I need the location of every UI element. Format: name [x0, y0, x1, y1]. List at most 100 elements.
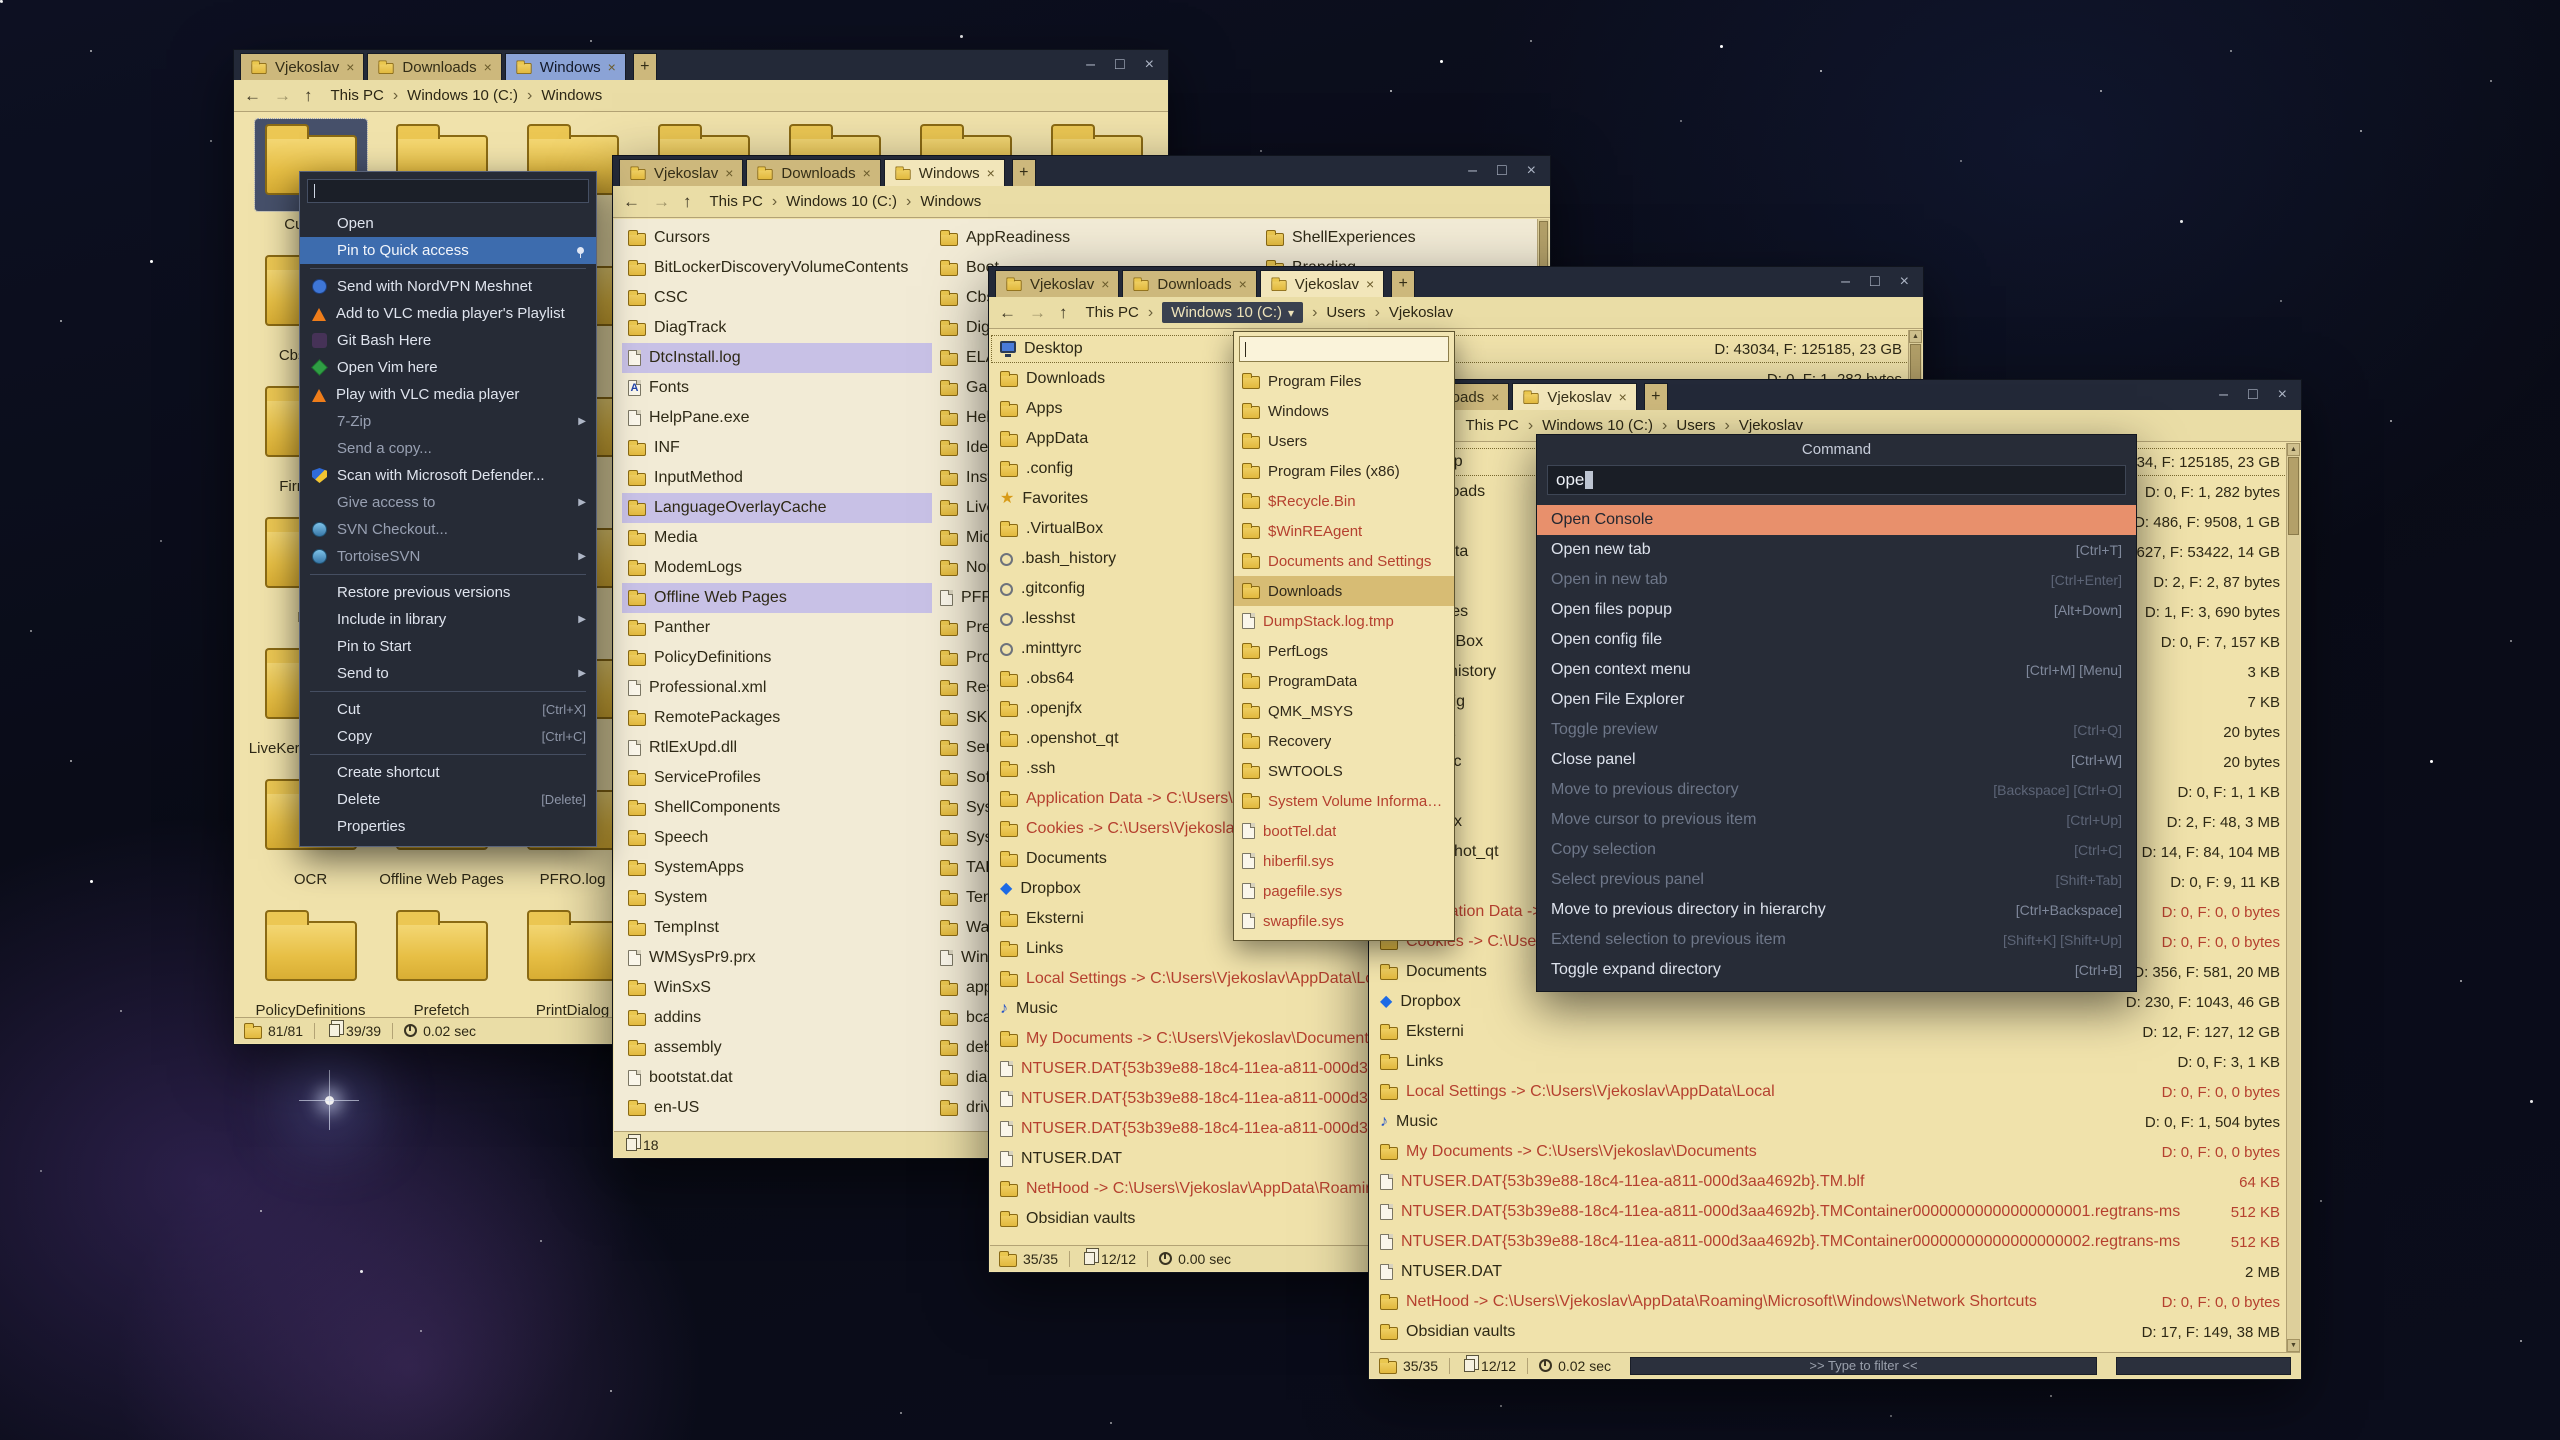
- menu-item-pin-to-start[interactable]: Pin to Start: [300, 633, 596, 660]
- file-row-inf[interactable]: INF: [622, 433, 932, 463]
- drive-item-system-volume-information[interactable]: System Volume Information: [1234, 786, 1454, 816]
- menu-item-send-with-nordvpn-meshnet[interactable]: Send with NordVPN Meshnet: [300, 273, 596, 300]
- palette-item-move-cursor-to-previous-item[interactable]: Move cursor to previous item[Ctrl+Up]: [1537, 805, 2136, 835]
- file-row-nethood-c-users-vjekoslav-appdata-roaming-microsoft-windows-network-shortcuts[interactable]: NetHood -> C:\Users\Vjekoslav\AppData\Ro…: [1370, 1287, 2300, 1317]
- file-row-bitlockerdiscoveryvolumecontents[interactable]: BitLockerDiscoveryVolumeContents: [622, 253, 932, 283]
- breadcrumb-this-pc[interactable]: This PC: [1086, 304, 1139, 321]
- type-to-filter-input[interactable]: >> Type to filter <<: [1630, 1357, 2097, 1375]
- breadcrumb-windows-10-c[interactable]: Windows 10 (C:)▾: [1162, 302, 1303, 323]
- drive-item-users[interactable]: Users: [1234, 426, 1454, 456]
- menu-item-delete[interactable]: Delete[Delete]: [300, 786, 596, 813]
- breadcrumb-this-pc[interactable]: This PC: [710, 193, 763, 210]
- menu-item-add-to-vlc-media-player-s-playlist[interactable]: Add to VLC media player's Playlist: [300, 300, 596, 327]
- menu-item-play-with-vlc-media-player[interactable]: Play with VLC media player: [300, 381, 596, 408]
- palette-item-open-console[interactable]: Open Console: [1537, 505, 2136, 535]
- file-row-rtlexupd-dll[interactable]: RtlExUpd.dll: [622, 733, 932, 763]
- drive-item-boottel-dat[interactable]: bootTel.dat: [1234, 816, 1454, 846]
- up-button[interactable]: ↑: [1059, 303, 1068, 323]
- drive-item-documents-and-settings[interactable]: Documents and Settings: [1234, 546, 1454, 576]
- forward-button[interactable]: →: [1029, 303, 1046, 323]
- breadcrumb-windows-10-c[interactable]: Windows 10 (C:): [1542, 417, 1653, 434]
- file-row-dtcinstall-log[interactable]: DtcInstall.log: [622, 343, 932, 373]
- menu-item-git-bash-here[interactable]: Git Bash Here: [300, 327, 596, 354]
- file-row-inputmethod[interactable]: InputMethod: [622, 463, 932, 493]
- palette-item-toggle-expand-directory[interactable]: Toggle expand directory[Ctrl+B]: [1537, 955, 2136, 985]
- breadcrumb-users[interactable]: Users: [1326, 304, 1365, 321]
- drive-item-program-files[interactable]: Program Files: [1234, 366, 1454, 396]
- tab-close-icon[interactable]: ×: [1239, 276, 1247, 292]
- tab-close-icon[interactable]: ×: [725, 165, 733, 181]
- breadcrumb-vjekoslav[interactable]: Vjekoslav: [1739, 417, 1803, 434]
- new-tab-button[interactable]: +: [1012, 159, 1036, 186]
- tab-downloads[interactable]: Downloads×: [746, 159, 880, 186]
- palette-item-open-context-menu[interactable]: Open context menu[Ctrl+M] [Menu]: [1537, 655, 2136, 685]
- scroll-up-button[interactable]: ▲: [2287, 443, 2300, 456]
- file-row-shellexperiences[interactable]: ShellExperiences: [1260, 223, 1549, 253]
- menu-item-7-zip[interactable]: 7-Zip▶: [300, 408, 596, 435]
- breadcrumb-windows[interactable]: Windows: [541, 87, 602, 104]
- close-button[interactable]: ×: [1527, 162, 1536, 180]
- menu-item-copy[interactable]: Copy[Ctrl+C]: [300, 723, 596, 750]
- close-button[interactable]: ×: [1900, 273, 1909, 291]
- drive-item-program-files-x86[interactable]: Program Files (x86): [1234, 456, 1454, 486]
- file-row-ntuser-dat[interactable]: NTUSER.DAT2 MB: [1370, 1257, 2300, 1287]
- drive-item-programdata[interactable]: ProgramData: [1234, 666, 1454, 696]
- scrollbar-thumb[interactable]: [2288, 457, 2299, 535]
- maximize-button[interactable]: □: [1115, 56, 1125, 74]
- file-row-media[interactable]: Media: [622, 523, 932, 553]
- palette-item-open-files-popup[interactable]: Open files popup[Alt+Down]: [1537, 595, 2136, 625]
- breadcrumb-windows-10-c[interactable]: Windows 10 (C:): [407, 87, 518, 104]
- palette-item-copy-selection[interactable]: Copy selection[Ctrl+C]: [1537, 835, 2136, 865]
- file-row-cursors[interactable]: Cursors: [622, 223, 932, 253]
- back-button[interactable]: ←: [623, 192, 640, 212]
- palette-item-move-to-previous-directory-in-hierarchy[interactable]: Move to previous directory in hierarchy[…: [1537, 895, 2136, 925]
- file-row-en-us[interactable]: en-US: [622, 1093, 932, 1123]
- tab-close-icon[interactable]: ×: [484, 59, 492, 75]
- file-row-remotepackages[interactable]: RemotePackages: [622, 703, 932, 733]
- tab-vjekoslav[interactable]: Vjekoslav×: [1260, 270, 1384, 297]
- file-row-csc[interactable]: CSC: [622, 283, 932, 313]
- menu-item-tortoisesvn[interactable]: TortoiseSVN▶: [300, 543, 596, 570]
- scroll-up-button[interactable]: ▲: [1909, 330, 1922, 343]
- breadcrumb-users[interactable]: Users: [1676, 417, 1715, 434]
- file-row-wmsyspr9-prx[interactable]: WMSysPr9.prx: [622, 943, 932, 973]
- tab-windows[interactable]: Windows×: [884, 159, 1005, 186]
- tab-downloads[interactable]: Downloads×: [1122, 270, 1256, 297]
- menu-item-give-access-to[interactable]: Give access to▶: [300, 489, 596, 516]
- breadcrumb-windows[interactable]: Windows: [920, 193, 981, 210]
- file-row-policydefinitions[interactable]: PolicyDefinitions: [622, 643, 932, 673]
- drive-item-hiberfil-sys[interactable]: hiberfil.sys: [1234, 846, 1454, 876]
- menu-item-cut[interactable]: Cut[Ctrl+X]: [300, 696, 596, 723]
- up-button[interactable]: ↑: [304, 86, 313, 106]
- file-row-ntuser-dat-53b39e88-18c4-11ea-a811-000d3aa4692b-tmcontainer00000000000000000001-regtrans-ms[interactable]: NTUSER.DAT{53b39e88-18c4-11ea-a811-000d3…: [1370, 1197, 2300, 1227]
- file-row-bootstat-dat[interactable]: bootstat.dat: [622, 1063, 932, 1093]
- back-button[interactable]: ←: [244, 86, 261, 106]
- tab-close-icon[interactable]: ×: [1101, 276, 1109, 292]
- file-row-eksterni[interactable]: EksterniD: 12, F: 127, 12 GB: [1370, 1017, 2300, 1047]
- menu-item-pin-to-quick-access[interactable]: Pin to Quick access: [300, 237, 596, 264]
- file-row-panther[interactable]: Panther: [622, 613, 932, 643]
- back-button[interactable]: ←: [999, 303, 1016, 323]
- tab-close-icon[interactable]: ×: [346, 59, 354, 75]
- minimize-button[interactable]: –: [1086, 56, 1095, 74]
- file-row-system[interactable]: System: [622, 883, 932, 913]
- drive-item-winreagent[interactable]: $WinREAgent: [1234, 516, 1454, 546]
- file-row-local-settings-c-users-vjekoslav-appdata-local[interactable]: Local Settings -> C:\Users\Vjekoslav\App…: [1370, 1077, 2300, 1107]
- file-row-shellcomponents[interactable]: ShellComponents: [622, 793, 932, 823]
- forward-button[interactable]: →: [274, 86, 291, 106]
- file-row-winsxs[interactable]: WinSxS: [622, 973, 932, 1003]
- palette-item-toggle-preview[interactable]: Toggle preview[Ctrl+Q]: [1537, 715, 2136, 745]
- file-row-links[interactable]: LinksD: 0, F: 3, 1 KB: [1370, 1047, 2300, 1077]
- new-tab-button[interactable]: +: [1391, 270, 1415, 297]
- drive-item-recycle-bin[interactable]: $Recycle.Bin: [1234, 486, 1454, 516]
- close-button[interactable]: ×: [2278, 386, 2287, 404]
- new-tab-button[interactable]: +: [1644, 383, 1668, 410]
- tab-close-icon[interactable]: ×: [863, 165, 871, 181]
- palette-input[interactable]: ope: [1547, 465, 2126, 495]
- palette-item-move-to-previous-directory[interactable]: Move to previous directory[Backspace] [C…: [1537, 775, 2136, 805]
- file-row-assembly[interactable]: assembly: [622, 1033, 932, 1063]
- menu-item-svn-checkout[interactable]: SVN Checkout...: [300, 516, 596, 543]
- tab-vjekoslav[interactable]: Vjekoslav×: [240, 53, 364, 80]
- file-row-speech[interactable]: Speech: [622, 823, 932, 853]
- forward-button[interactable]: →: [653, 192, 670, 212]
